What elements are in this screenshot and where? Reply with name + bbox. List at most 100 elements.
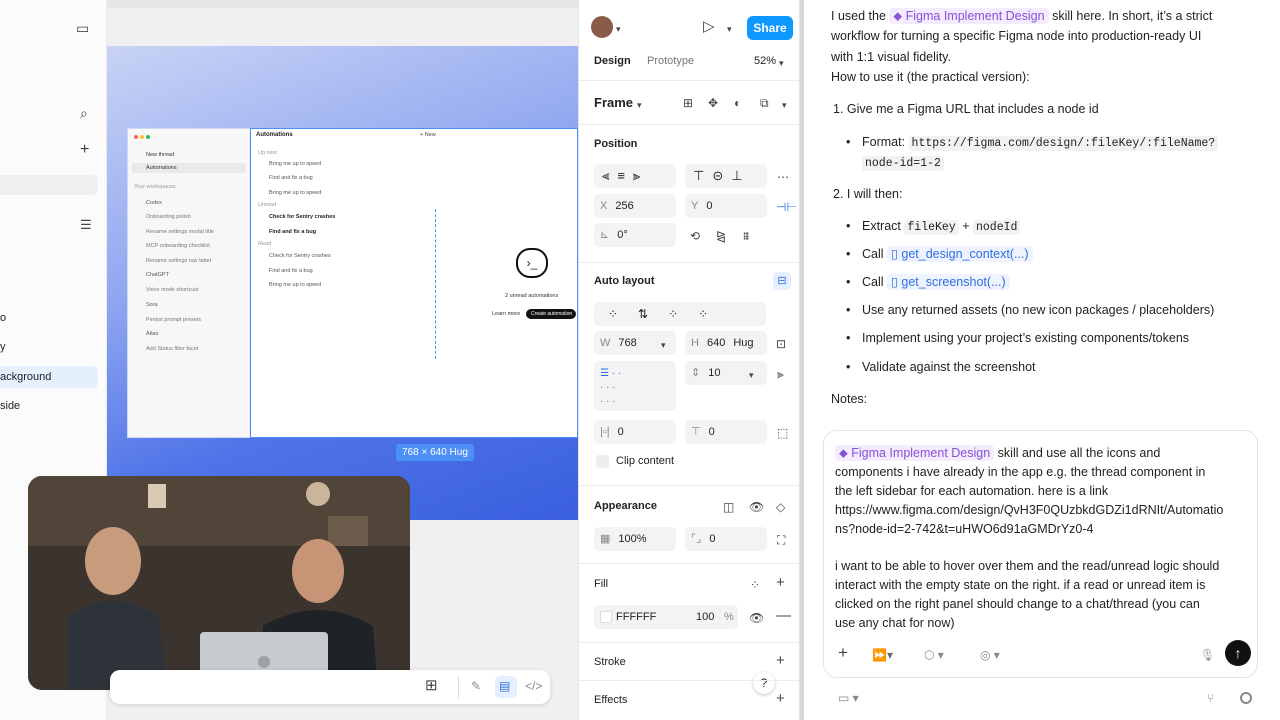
hug-label: Hug: [733, 337, 754, 349]
flip-vertical-icon[interactable]: ⩩: [743, 229, 749, 243]
tool-link[interactable]: ▯ get_design_context(...): [887, 246, 1033, 262]
chevron-down-icon[interactable]: ▾: [661, 338, 666, 352]
padding-vertical-field[interactable]: ⊤ 0: [685, 420, 767, 444]
chevron-down-icon[interactable]: ▾: [779, 56, 784, 70]
padding-horizontal-field[interactable]: |▫| 0: [594, 420, 676, 444]
distribute-icon[interactable]: ⋯: [777, 170, 789, 184]
remove-fill-icon[interactable]: —: [776, 608, 791, 623]
composer-text: use any chat for now): [835, 616, 955, 630]
send-button[interactable]: ↑: [1225, 640, 1251, 666]
mock-sidebar-item: Codex: [146, 200, 162, 206]
screen-select-icon[interactable]: ▭ ▾: [838, 691, 859, 705]
canvas-toolbar: ⊞ ✎ ▤ </>: [110, 670, 550, 704]
webcam-overlay: [28, 476, 410, 690]
chevron-down-icon[interactable]: ▾: [749, 368, 754, 382]
height-field[interactable]: H 640 Hug: [685, 331, 767, 355]
component-icon[interactable]: ✥: [708, 96, 718, 110]
attach-plus-icon[interactable]: +: [838, 644, 848, 661]
drop-icon[interactable]: ◇: [776, 500, 785, 514]
bullet: •: [846, 219, 851, 233]
window-dot-icon: [134, 135, 138, 139]
layer-item[interactable]: o: [0, 307, 6, 329]
zoom-level[interactable]: 52%: [754, 55, 776, 67]
search-icon[interactable]: ⌕: [80, 106, 88, 120]
eye-icon[interactable]: 👁: [749, 500, 764, 514]
dev-mode-icon[interactable]: ▤: [499, 679, 510, 693]
code-icon[interactable]: </>: [525, 679, 542, 693]
layer-item[interactable]: side: [0, 395, 20, 417]
chevron-down-icon[interactable]: ▾: [727, 22, 732, 36]
rotation-icon: ⊾: [600, 229, 610, 241]
x-field[interactable]: X 256: [594, 194, 676, 218]
pen-icon[interactable]: ✎: [471, 679, 481, 693]
rotation-field[interactable]: ⊾ 0°: [594, 223, 676, 247]
chevron-down-icon[interactable]: ▾: [616, 22, 621, 36]
skill-chip[interactable]: ⬥ Figma Implement Design: [835, 445, 995, 461]
opacity-field[interactable]: ▦ 100%: [594, 527, 676, 551]
layout-direction-icon[interactable]: ⁘⇅⁘⁘: [594, 302, 766, 326]
chevron-down-icon[interactable]: ▾: [637, 98, 642, 112]
corner-radius-field[interactable]: ⌜⌟ 0: [685, 527, 767, 551]
rotate-icon[interactable]: ⟲: [690, 229, 700, 243]
bullet: •: [846, 275, 851, 289]
composer-text: interact with the empty state on the rig…: [835, 578, 1206, 592]
fill-field[interactable]: FFFFFF 100 %: [594, 605, 738, 629]
add-stroke-icon[interactable]: +: [776, 653, 785, 668]
list-filter-icon[interactable]: ☰: [80, 218, 92, 232]
layout-settings-icon[interactable]: ⫸: [777, 367, 784, 381]
tool-link[interactable]: ▯ get_screenshot(...): [887, 274, 1010, 290]
styles-icon[interactable]: ⁘: [750, 578, 760, 592]
composer-text: clicked on the right panel should change…: [835, 597, 1200, 611]
grid-icon[interactable]: ⊞: [683, 96, 693, 110]
alignment-grid[interactable]: ☰ · · · · · · · ·: [594, 361, 676, 411]
layer-item[interactable]: y: [0, 336, 6, 358]
help-button[interactable]: ?: [753, 672, 775, 694]
tab-design[interactable]: Design: [594, 55, 631, 67]
frame-label[interactable]: Frame: [594, 95, 633, 110]
expand-corners-icon[interactable]: ⛶: [777, 533, 785, 547]
components-icon[interactable]: ⊞: [425, 678, 438, 693]
chevron-down-icon[interactable]: ▾: [782, 98, 787, 112]
plus-icon[interactable]: +: [80, 142, 89, 158]
chat-line: Call ▯ get_design_context(...): [862, 244, 1033, 264]
mask-icon[interactable]: ◐: [734, 96, 741, 110]
clip-content-checkbox[interactable]: [596, 455, 609, 468]
constraints-icon[interactable]: ⊣⊢: [776, 200, 797, 214]
x-value: 256: [615, 200, 634, 212]
add-effect-icon[interactable]: +: [776, 691, 785, 706]
width-value: 768: [618, 337, 637, 349]
mock-sidebar-item: Atlas: [146, 331, 159, 337]
boolean-icon[interactable]: ⧉: [760, 96, 769, 110]
globe-select-icon[interactable]: ◎ ▾: [980, 648, 1000, 662]
horizontal-align-icon[interactable]: ⫷≡⫸: [594, 164, 676, 188]
sidebar-toggle-icon[interactable]: ▭: [76, 21, 89, 35]
layer-item-selected[interactable]: ackground: [0, 366, 51, 388]
padding-individual-icon[interactable]: ⬚: [777, 426, 788, 440]
selection-outline: [250, 128, 578, 438]
chat-text: Implement using your project’s existing …: [862, 331, 1190, 345]
chat-text: workflow for turning a specific Figma no…: [831, 29, 1202, 43]
branch-icon[interactable]: ⑂: [1207, 691, 1214, 705]
gap-field[interactable]: ⇕ 10: [685, 361, 767, 385]
cube-select-icon[interactable]: ⬡ ▾: [924, 648, 944, 662]
blend-mode-icon[interactable]: ◫: [723, 500, 734, 514]
flip-horizontal-icon[interactable]: ⧎: [716, 229, 726, 243]
vertical-align-icon[interactable]: ⊤⊝⊥: [685, 164, 767, 188]
avatar[interactable]: [591, 16, 613, 38]
fill-percent: %: [724, 611, 734, 623]
resize-icon[interactable]: ⊡: [776, 337, 786, 351]
model-select-icon[interactable]: ⏩▾: [872, 648, 893, 662]
mock-sidebar-item: Automations: [146, 165, 177, 171]
add-fill-icon[interactable]: +: [776, 575, 785, 590]
opacity-icon: ▦: [600, 533, 611, 545]
skill-chip[interactable]: ⬥ Figma Implement Design: [889, 8, 1049, 24]
y-field[interactable]: Y0: [685, 194, 767, 218]
eye-icon[interactable]: 👁: [749, 611, 764, 625]
microphone-icon[interactable]: 🎙: [1200, 648, 1215, 662]
tab-prototype[interactable]: Prototype: [647, 55, 694, 67]
play-icon[interactable]: ▷: [703, 19, 715, 34]
divider: [579, 563, 801, 564]
share-button[interactable]: Share: [747, 16, 793, 40]
auto-layout-icon[interactable]: ⊟: [773, 272, 791, 290]
message-composer[interactable]: ⬥ Figma Implement Design skill and use a…: [823, 430, 1258, 678]
